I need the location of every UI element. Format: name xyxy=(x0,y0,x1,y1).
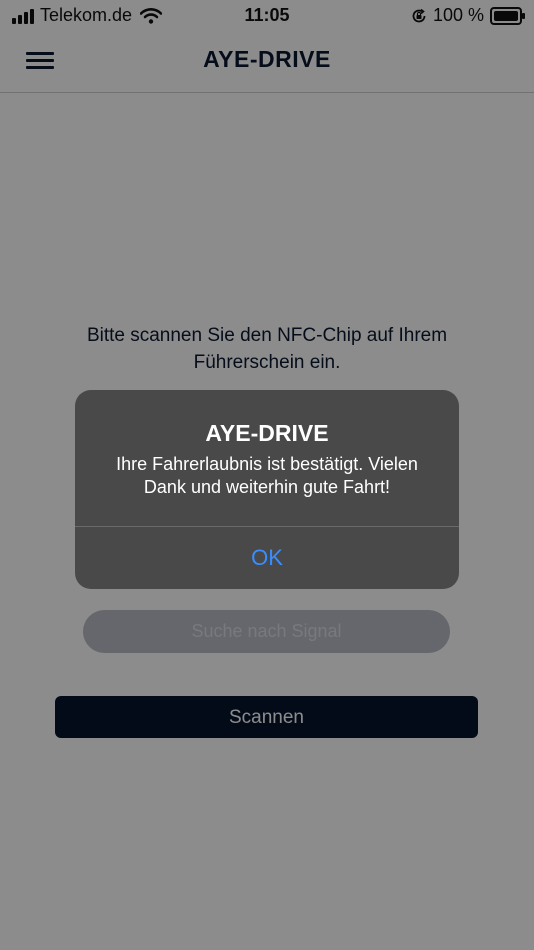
confirmation-alert: AYE-DRIVE Ihre Fahrerlaubnis ist bestäti… xyxy=(75,390,459,589)
app-screen: Telekom.de 11:05 100 % AYE-DRIVE Bitte s… xyxy=(0,0,534,950)
alert-title: AYE-DRIVE xyxy=(205,420,329,446)
alert-ok-button[interactable]: OK xyxy=(75,527,459,589)
alert-message: Ihre Fahrerlaubnis ist bestätigt. Vielen… xyxy=(116,454,418,497)
